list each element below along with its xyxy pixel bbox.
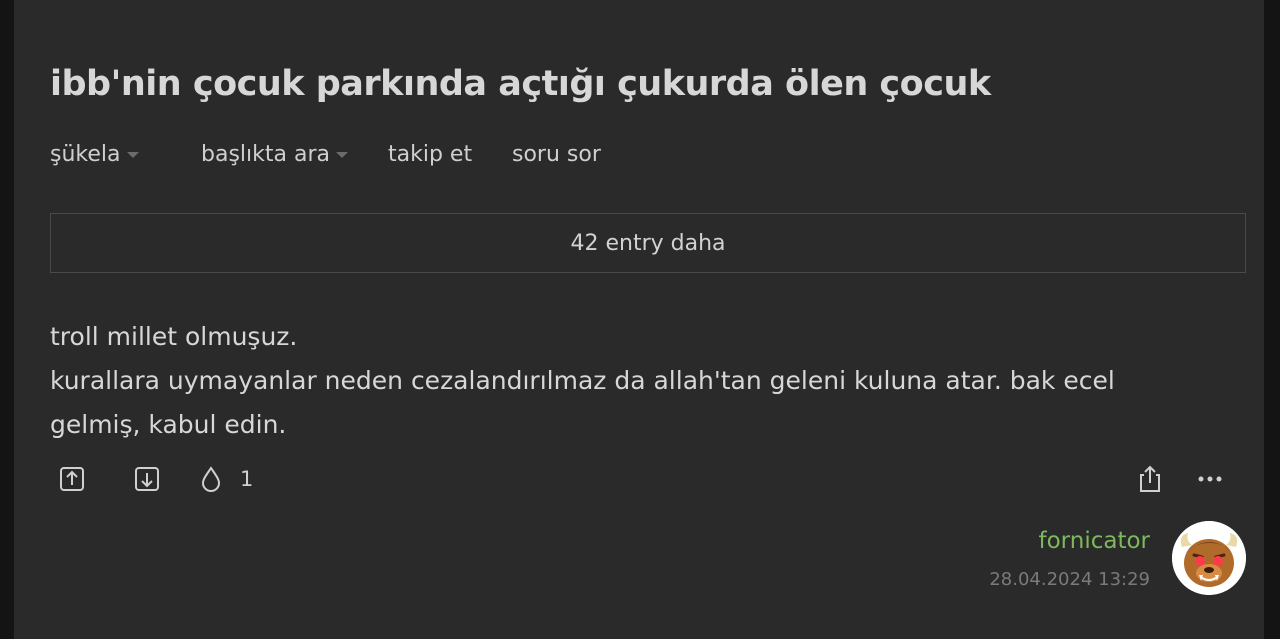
downvote-icon	[135, 467, 159, 491]
favorite-count[interactable]: 1	[240, 467, 253, 491]
upvote-button[interactable]	[56, 463, 88, 495]
author-avatar[interactable]	[1172, 521, 1246, 595]
chevron-down-icon	[335, 152, 348, 158]
search-in-topic-dropdown[interactable]: başlıkta ara	[201, 142, 348, 167]
ask-question-label: soru sor	[512, 142, 601, 167]
entry-line: kurallara uymayanlar neden cezalandırılm…	[50, 366, 1115, 439]
sort-label: şükela	[50, 142, 121, 167]
chevron-down-icon	[126, 152, 139, 158]
follow-button[interactable]: takip et	[388, 142, 472, 167]
entry-content: troll millet olmuşuz. kurallara uymayanl…	[50, 315, 1210, 447]
share-button[interactable]	[1134, 463, 1166, 495]
ask-question-button[interactable]: soru sor	[512, 142, 601, 167]
more-entries-label: 42 entry daha	[570, 230, 726, 256]
follow-label: takip et	[388, 142, 473, 167]
topic-title[interactable]: ibb'nin çocuk parkında açtığı çukurda öl…	[50, 64, 991, 104]
share-icon	[1140, 465, 1160, 492]
favorite-button[interactable]	[195, 463, 227, 495]
author-link[interactable]: fornicator	[1039, 528, 1150, 554]
upvote-icon	[60, 467, 84, 491]
drop-icon	[201, 466, 221, 492]
more-entries-button[interactable]: 42 entry daha	[50, 213, 1246, 273]
search-in-topic-label: başlıkta ara	[201, 142, 330, 167]
more-icon	[1198, 476, 1222, 482]
entry-date[interactable]: 28.04.2024 13:29	[989, 569, 1150, 590]
more-options-button[interactable]	[1194, 463, 1226, 495]
entry-line: troll millet olmuşuz.	[50, 322, 298, 351]
sort-dropdown[interactable]: şükela	[50, 142, 139, 167]
downvote-button[interactable]	[131, 463, 163, 495]
beast-avatar	[1172, 521, 1246, 595]
